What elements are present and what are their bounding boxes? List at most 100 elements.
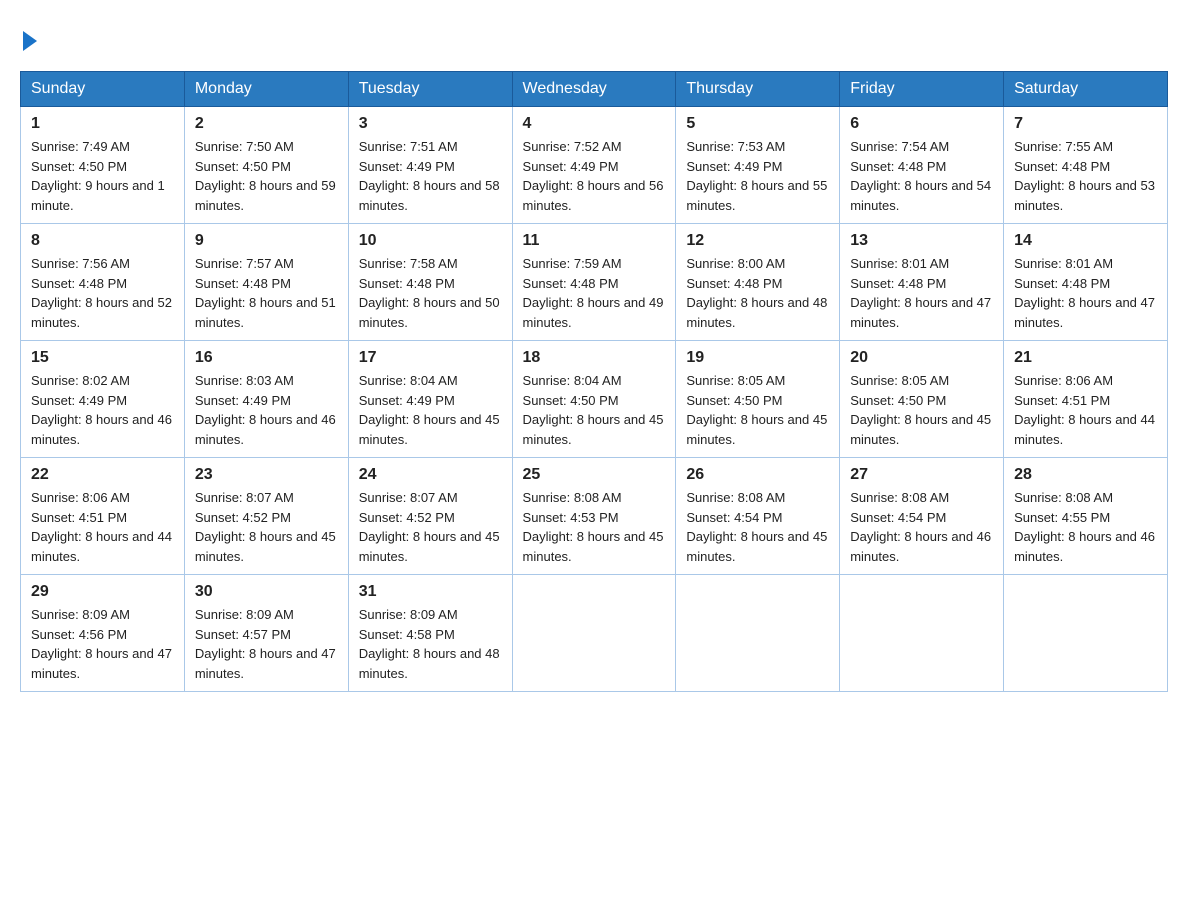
day-info: Sunrise: 7:58 AMSunset: 4:48 PMDaylight:…	[359, 254, 502, 332]
day-number: 23	[195, 466, 338, 484]
day-number: 21	[1014, 349, 1157, 367]
logo-arrow-icon	[23, 31, 37, 51]
calendar-day-cell: 26Sunrise: 8:08 AMSunset: 4:54 PMDayligh…	[676, 458, 840, 575]
calendar-day-cell	[676, 575, 840, 692]
page-header	[20, 20, 1168, 51]
weekday-header-row: SundayMondayTuesdayWednesdayThursdayFrid…	[21, 72, 1168, 107]
day-info: Sunrise: 8:08 AMSunset: 4:54 PMDaylight:…	[850, 488, 993, 566]
calendar-week-row: 1 Sunrise: 7:49 AMSunset: 4:50 PMDaylight…	[21, 107, 1168, 224]
calendar-day-cell: 29 Sunrise: 8:09 AMSunset: 4:56 PMDayligh…	[21, 575, 185, 692]
day-info: Sunrise: 8:01 AMSunset: 4:48 PMDaylight:…	[1014, 254, 1157, 332]
day-number: 22	[31, 466, 174, 484]
day-number: 25	[523, 466, 666, 484]
day-info: Sunrise: 7:52 AMSunset: 4:49 PMDaylight:…	[523, 137, 666, 215]
calendar-day-cell	[512, 575, 676, 692]
day-info: Sunrise: 7:54 AMSunset: 4:48 PMDaylight:…	[850, 137, 993, 215]
day-info: Sunrise: 7:57 AMSunset: 4:48 PMDaylight:…	[195, 254, 338, 332]
day-number: 13	[850, 232, 993, 250]
day-info: Sunrise: 8:04 AMSunset: 4:49 PMDaylight:…	[359, 371, 502, 449]
day-number: 7	[1014, 115, 1157, 133]
day-number: 3	[359, 115, 502, 133]
day-info: Sunrise: 7:59 AMSunset: 4:48 PMDaylight:…	[523, 254, 666, 332]
calendar-day-cell: 15 Sunrise: 8:02 AMSunset: 4:49 PMDayligh…	[21, 341, 185, 458]
day-info: Sunrise: 8:00 AMSunset: 4:48 PMDaylight:…	[686, 254, 829, 332]
logo	[20, 20, 37, 51]
day-number: 27	[850, 466, 993, 484]
day-number: 24	[359, 466, 502, 484]
calendar-day-cell: 20 Sunrise: 8:05 AMSunset: 4:50 PMDayligh…	[840, 341, 1004, 458]
calendar-day-cell: 8 Sunrise: 7:56 AMSunset: 4:48 PMDaylight…	[21, 224, 185, 341]
calendar-day-cell: 23 Sunrise: 8:07 AMSunset: 4:52 PMDayligh…	[184, 458, 348, 575]
calendar-day-cell: 5 Sunrise: 7:53 AMSunset: 4:49 PMDaylight…	[676, 107, 840, 224]
day-info: Sunrise: 8:05 AMSunset: 4:50 PMDaylight:…	[850, 371, 993, 449]
weekday-header-thursday: Thursday	[676, 72, 840, 107]
day-info: Sunrise: 7:50 AMSunset: 4:50 PMDaylight:…	[195, 137, 338, 215]
day-number: 2	[195, 115, 338, 133]
day-info: Sunrise: 8:03 AMSunset: 4:49 PMDaylight:…	[195, 371, 338, 449]
day-number: 12	[686, 232, 829, 250]
day-info: Sunrise: 7:55 AMSunset: 4:48 PMDaylight:…	[1014, 137, 1157, 215]
day-number: 28	[1014, 466, 1157, 484]
day-number: 11	[523, 232, 666, 250]
calendar-day-cell: 27 Sunrise: 8:08 AMSunset: 4:54 PMDayligh…	[840, 458, 1004, 575]
calendar-day-cell: 2 Sunrise: 7:50 AMSunset: 4:50 PMDaylight…	[184, 107, 348, 224]
day-number: 8	[31, 232, 174, 250]
calendar-day-cell: 6Sunrise: 7:54 AMSunset: 4:48 PMDaylight…	[840, 107, 1004, 224]
day-number: 20	[850, 349, 993, 367]
day-info: Sunrise: 8:07 AMSunset: 4:52 PMDaylight:…	[359, 488, 502, 566]
day-info: Sunrise: 8:09 AMSunset: 4:56 PMDaylight:…	[31, 605, 174, 683]
day-number: 30	[195, 583, 338, 601]
calendar-day-cell: 25 Sunrise: 8:08 AMSunset: 4:53 PMDayligh…	[512, 458, 676, 575]
weekday-header-friday: Friday	[840, 72, 1004, 107]
day-number: 15	[31, 349, 174, 367]
day-info: Sunrise: 8:08 AMSunset: 4:55 PMDaylight:…	[1014, 488, 1157, 566]
day-number: 9	[195, 232, 338, 250]
day-number: 17	[359, 349, 502, 367]
calendar-day-cell	[840, 575, 1004, 692]
calendar-day-cell: 11 Sunrise: 7:59 AMSunset: 4:48 PMDayligh…	[512, 224, 676, 341]
weekday-header-wednesday: Wednesday	[512, 72, 676, 107]
calendar-day-cell	[1004, 575, 1168, 692]
day-info: Sunrise: 7:49 AMSunset: 4:50 PMDaylight:…	[31, 137, 174, 215]
calendar-day-cell: 4 Sunrise: 7:52 AMSunset: 4:49 PMDaylight…	[512, 107, 676, 224]
calendar-day-cell: 16 Sunrise: 8:03 AMSunset: 4:49 PMDayligh…	[184, 341, 348, 458]
calendar-day-cell: 10 Sunrise: 7:58 AMSunset: 4:48 PMDayligh…	[348, 224, 512, 341]
calendar-day-cell: 1 Sunrise: 7:49 AMSunset: 4:50 PMDaylight…	[21, 107, 185, 224]
calendar-day-cell: 21 Sunrise: 8:06 AMSunset: 4:51 PMDayligh…	[1004, 341, 1168, 458]
calendar-day-cell: 7 Sunrise: 7:55 AMSunset: 4:48 PMDaylight…	[1004, 107, 1168, 224]
day-number: 14	[1014, 232, 1157, 250]
day-info: Sunrise: 8:09 AMSunset: 4:57 PMDaylight:…	[195, 605, 338, 683]
day-number: 29	[31, 583, 174, 601]
day-info: Sunrise: 7:53 AMSunset: 4:49 PMDaylight:…	[686, 137, 829, 215]
calendar-day-cell: 12 Sunrise: 8:00 AMSunset: 4:48 PMDayligh…	[676, 224, 840, 341]
day-number: 10	[359, 232, 502, 250]
calendar-day-cell: 30 Sunrise: 8:09 AMSunset: 4:57 PMDayligh…	[184, 575, 348, 692]
day-number: 5	[686, 115, 829, 133]
calendar-table: SundayMondayTuesdayWednesdayThursdayFrid…	[20, 71, 1168, 692]
day-number: 19	[686, 349, 829, 367]
day-info: Sunrise: 8:08 AMSunset: 4:53 PMDaylight:…	[523, 488, 666, 566]
calendar-week-row: 22 Sunrise: 8:06 AMSunset: 4:51 PMDayligh…	[21, 458, 1168, 575]
day-info: Sunrise: 8:09 AMSunset: 4:58 PMDaylight:…	[359, 605, 502, 683]
day-info: Sunrise: 8:02 AMSunset: 4:49 PMDaylight:…	[31, 371, 174, 449]
calendar-week-row: 29 Sunrise: 8:09 AMSunset: 4:56 PMDayligh…	[21, 575, 1168, 692]
day-number: 1	[31, 115, 174, 133]
day-number: 4	[523, 115, 666, 133]
day-info: Sunrise: 8:06 AMSunset: 4:51 PMDaylight:…	[1014, 371, 1157, 449]
day-info: Sunrise: 7:56 AMSunset: 4:48 PMDaylight:…	[31, 254, 174, 332]
calendar-day-cell: 28 Sunrise: 8:08 AMSunset: 4:55 PMDayligh…	[1004, 458, 1168, 575]
weekday-header-tuesday: Tuesday	[348, 72, 512, 107]
day-number: 16	[195, 349, 338, 367]
day-info: Sunrise: 7:51 AMSunset: 4:49 PMDaylight:…	[359, 137, 502, 215]
calendar-day-cell: 17 Sunrise: 8:04 AMSunset: 4:49 PMDayligh…	[348, 341, 512, 458]
weekday-header-saturday: Saturday	[1004, 72, 1168, 107]
calendar-day-cell: 19Sunrise: 8:05 AMSunset: 4:50 PMDayligh…	[676, 341, 840, 458]
calendar-day-cell: 24 Sunrise: 8:07 AMSunset: 4:52 PMDayligh…	[348, 458, 512, 575]
calendar-day-cell: 3 Sunrise: 7:51 AMSunset: 4:49 PMDaylight…	[348, 107, 512, 224]
day-number: 31	[359, 583, 502, 601]
day-info: Sunrise: 8:07 AMSunset: 4:52 PMDaylight:…	[195, 488, 338, 566]
calendar-day-cell: 14 Sunrise: 8:01 AMSunset: 4:48 PMDayligh…	[1004, 224, 1168, 341]
day-number: 18	[523, 349, 666, 367]
day-number: 26	[686, 466, 829, 484]
day-info: Sunrise: 8:06 AMSunset: 4:51 PMDaylight:…	[31, 488, 174, 566]
